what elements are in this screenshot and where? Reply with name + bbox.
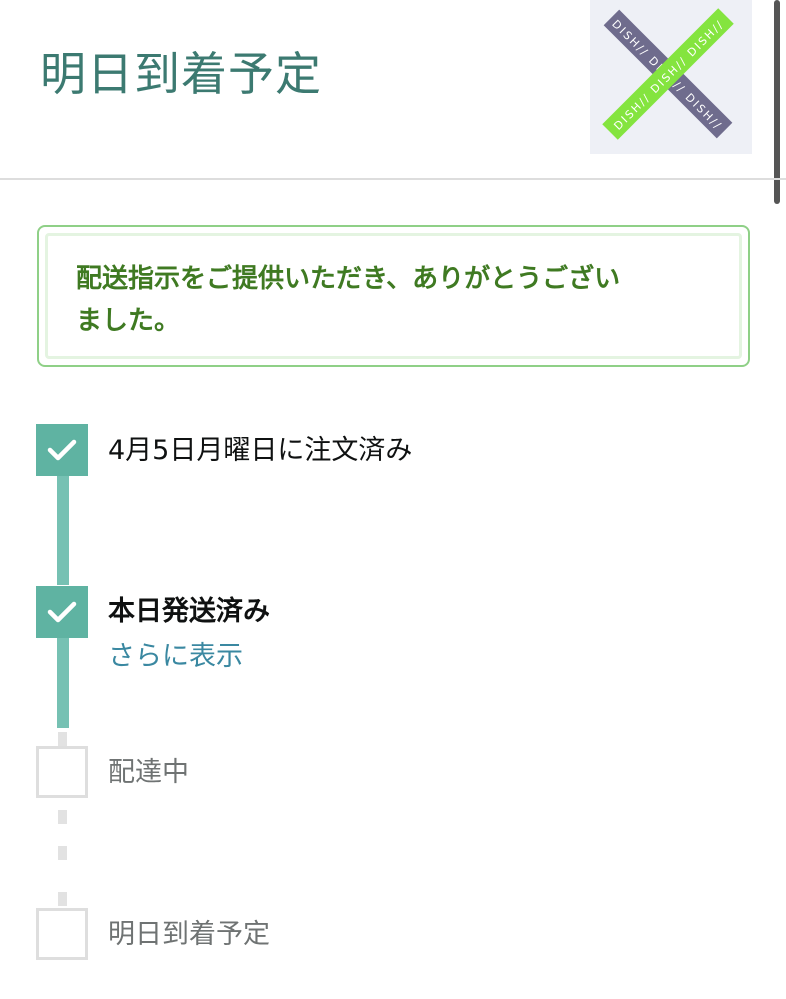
progress-dash	[58, 732, 67, 746]
checkmark-icon	[47, 601, 77, 623]
step-ordered-label: 4月5日月曜日に注文済み	[108, 435, 413, 466]
step-shipped-label: 本日発送済み	[108, 596, 270, 627]
step-arriving-checkbox	[36, 908, 88, 960]
progress-dash	[58, 810, 67, 824]
step-ordered-checkbox	[36, 424, 88, 476]
checkmark-icon	[47, 439, 77, 461]
step-in-transit-label: 配達中	[108, 757, 189, 788]
alert-message-line2: ました。	[76, 306, 181, 336]
step-arriving-label: 明日到着予定	[108, 919, 270, 950]
alert-message-line1: 配送指示をご提供いただき、ありがとうござい	[76, 264, 621, 294]
step-in-transit-checkbox	[36, 746, 88, 798]
product-thumbnail[interactable]: DISH// DISH// DISH// DISH// DISH// DISH/…	[590, 0, 752, 154]
progress-dash	[58, 892, 67, 906]
step-shipped-checkbox	[36, 586, 88, 638]
delivery-estimate-title: 明日到着予定	[40, 47, 322, 101]
progress-dash	[58, 846, 67, 860]
alert-content: 配送指示をご提供いただき、ありがとうござい ました。	[45, 233, 742, 359]
delivery-instructions-alert: 配送指示をご提供いただき、ありがとうござい ました。	[37, 225, 750, 367]
scrollbar[interactable]	[774, 0, 780, 204]
show-more-link[interactable]: さらに表示	[108, 639, 243, 675]
header-divider	[0, 178, 786, 180]
header: 明日到着予定 DISH// DISH// DISH// DISH// DISH/…	[0, 0, 786, 204]
product-image-icon: DISH// DISH// DISH// DISH// DISH// DISH/…	[590, 0, 752, 154]
